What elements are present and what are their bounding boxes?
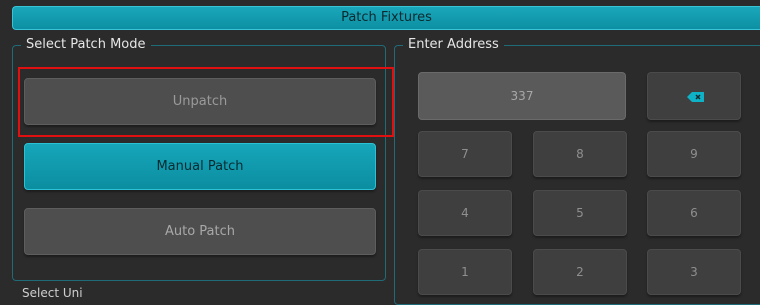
key-8[interactable]: 8	[533, 131, 627, 177]
backspace-button[interactable]	[647, 72, 741, 120]
patch-mode-label: Select Patch Mode	[21, 37, 151, 53]
key-9[interactable]: 9	[647, 131, 741, 177]
key-1[interactable]: 1	[418, 249, 512, 295]
manual-patch-button[interactable]: Manual Patch	[24, 143, 376, 190]
key-6[interactable]: 6	[647, 190, 741, 236]
key-3[interactable]: 3	[647, 249, 741, 295]
key-5[interactable]: 5	[533, 190, 627, 236]
unpatch-button[interactable]: Unpatch	[24, 78, 376, 125]
address-label: Enter Address	[403, 37, 504, 53]
key-4[interactable]: 4	[418, 190, 512, 236]
key-7[interactable]: 7	[418, 131, 512, 177]
address-display[interactable]: 337	[418, 72, 626, 120]
backspace-icon	[686, 91, 706, 106]
auto-patch-button[interactable]: Auto Patch	[24, 208, 376, 255]
select-universe-label: Select Uni	[22, 286, 83, 300]
window-title: Patch Fixtures	[12, 6, 760, 30]
key-2[interactable]: 2	[533, 249, 627, 295]
